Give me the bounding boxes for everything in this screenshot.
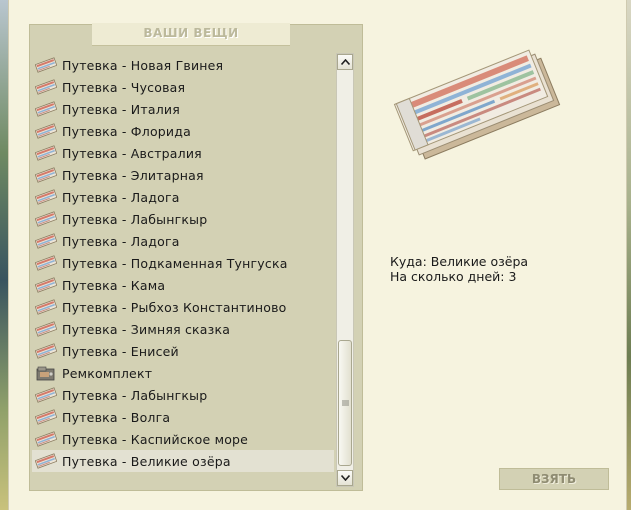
list-item[interactable]: Путевка - Подкаменная Тунгуска bbox=[32, 252, 334, 274]
list-item[interactable]: Путевка - Кама bbox=[32, 274, 334, 296]
repair-kit-icon bbox=[34, 364, 58, 382]
take-button[interactable]: ВЗЯТЬ bbox=[499, 468, 609, 490]
list-item[interactable]: Путевка - Волга bbox=[32, 406, 334, 428]
scrollbar[interactable] bbox=[336, 53, 354, 487]
list-item[interactable]: Путевка - Зимняя сказка bbox=[32, 318, 334, 340]
ticket-icon bbox=[34, 56, 58, 74]
scroll-down-button[interactable] bbox=[337, 470, 353, 486]
list-item-label: Путевка - Флорида bbox=[62, 123, 191, 139]
list-item-label: Путевка - Лабынгкыр bbox=[62, 211, 208, 227]
list-item-label: Путевка - Подкаменная Тунгуска bbox=[62, 255, 288, 271]
list-item[interactable]: Путевка - Ладога bbox=[32, 186, 334, 208]
ticket-icon bbox=[34, 452, 58, 470]
ticket-icon bbox=[34, 342, 58, 360]
ticket-info: Куда: Великие озёра На сколько дней: 3 bbox=[390, 254, 528, 284]
grip-icon bbox=[341, 400, 349, 406]
list-item-label: Путевка - Великие озёра bbox=[62, 453, 231, 469]
ticket-image bbox=[393, 49, 561, 160]
ticket-icon bbox=[34, 210, 58, 228]
duration-text: На сколько дней: 3 bbox=[390, 269, 517, 284]
list-item-label: Путевка - Австралия bbox=[62, 145, 202, 161]
background-scenery-left bbox=[0, 0, 8, 510]
ticket-icon bbox=[34, 298, 58, 316]
list-item[interactable]: Путевка - Флорида bbox=[32, 120, 334, 142]
list-item[interactable]: Ремкомплект bbox=[32, 362, 334, 384]
ticket-icon bbox=[34, 408, 58, 426]
list-item-label: Ремкомплект bbox=[62, 365, 153, 381]
list-item-label: Путевка - Кама bbox=[62, 277, 166, 293]
list-item-label: Путевка - Каспийское море bbox=[62, 431, 249, 447]
list-item[interactable]: Путевка - Ладога bbox=[32, 230, 334, 252]
scroll-thumb[interactable] bbox=[338, 340, 352, 466]
chevron-down-icon bbox=[340, 475, 350, 481]
list-item[interactable]: Путевка - Каспийское море bbox=[32, 428, 334, 450]
list-item-label: Путевка - Енисей bbox=[62, 343, 179, 359]
list-item-label: Путевка - Италия bbox=[62, 101, 180, 117]
ticket-icon bbox=[34, 386, 58, 404]
list-item-label: Путевка - Ладога bbox=[62, 233, 180, 249]
scroll-up-button[interactable] bbox=[337, 54, 353, 70]
ticket-icon bbox=[34, 430, 58, 448]
list-item-label: Путевка - Волга bbox=[62, 409, 171, 425]
items-panel: ВАШИ ВЕЩИ Путевка - Новая Гвинея Путевка … bbox=[29, 23, 363, 491]
list-item-label: Путевка - Рыбхоз Константиново bbox=[62, 299, 287, 315]
list-item[interactable]: Путевка - Енисей bbox=[32, 340, 334, 362]
ticket-icon bbox=[34, 122, 58, 140]
chevron-up-icon bbox=[340, 59, 350, 65]
inventory-window: ВАШИ ВЕЩИ Путевка - Новая Гвинея Путевка … bbox=[8, 0, 627, 510]
items-list: Путевка - Новая Гвинея Путевка - Чусовая П… bbox=[32, 54, 334, 484]
destination-text: Куда: Великие озёра bbox=[390, 254, 529, 269]
list-item[interactable]: Путевка - Италия bbox=[32, 98, 334, 120]
item-details: Куда: Великие озёра На сколько дней: 3 bbox=[369, 24, 619, 489]
list-item-label: Путевка - Зимняя сказка bbox=[62, 321, 231, 337]
ticket-icon bbox=[34, 100, 58, 118]
list-item-label: Путевка - Лабынгкыр bbox=[62, 387, 208, 403]
ticket-icon bbox=[34, 78, 58, 96]
list-item[interactable]: Путевка - Чусовая bbox=[32, 76, 334, 98]
ticket-icon bbox=[34, 232, 58, 250]
list-item[interactable]: Путевка - Лабынгкыр bbox=[32, 208, 334, 230]
ticket-icon bbox=[34, 188, 58, 206]
ticket-icon bbox=[34, 144, 58, 162]
list-item[interactable]: Путевка - Элитарная bbox=[32, 164, 334, 186]
list-item[interactable]: Путевка - Новая Гвинея bbox=[32, 54, 334, 76]
list-item-label: Путевка - Элитарная bbox=[62, 167, 204, 183]
list-item[interactable]: Путевка - Лабынгкыр bbox=[32, 384, 334, 406]
ticket-icon bbox=[34, 320, 58, 338]
ticket-icon bbox=[34, 166, 58, 184]
list-item-label: Путевка - Ладога bbox=[62, 189, 180, 205]
panel-title: ВАШИ ВЕЩИ bbox=[92, 23, 290, 46]
ticket-icon bbox=[34, 254, 58, 272]
list-item-label: Путевка - Новая Гвинея bbox=[62, 57, 224, 73]
ticket-icon bbox=[34, 276, 58, 294]
list-item[interactable]: Путевка - Австралия bbox=[32, 142, 334, 164]
list-item[interactable]: Путевка - Рыбхоз Константиново bbox=[32, 296, 334, 318]
list-item[interactable]: Путевка - Великие озёра bbox=[32, 450, 334, 472]
list-item-label: Путевка - Чусовая bbox=[62, 79, 186, 95]
